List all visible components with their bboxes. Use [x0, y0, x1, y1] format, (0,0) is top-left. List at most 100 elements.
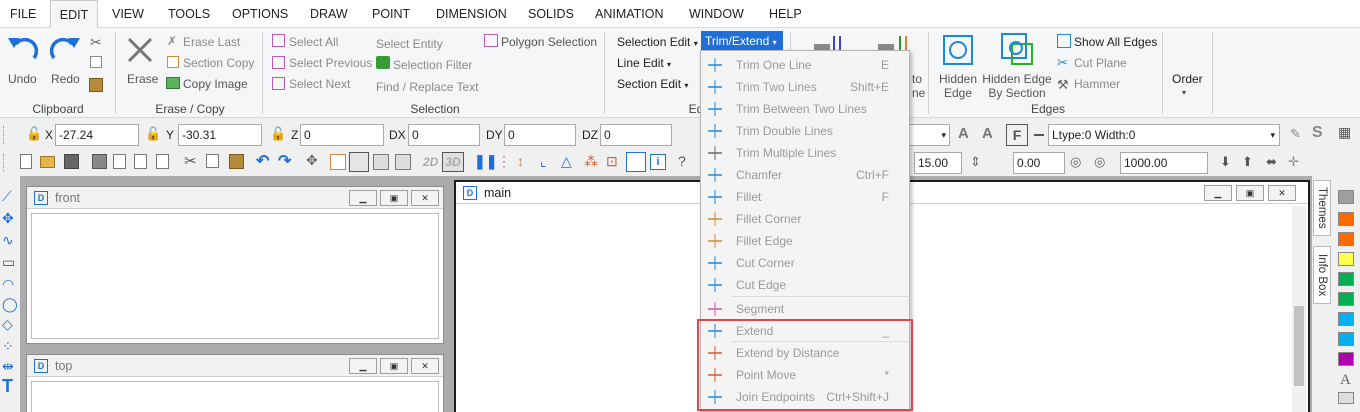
vertical-scrollbar[interactable] [1292, 206, 1306, 412]
value-input-2[interactable]: 0.00 [1013, 152, 1065, 174]
hidden-edge-button[interactable]: Hidden Edge [938, 72, 978, 100]
ltype-select[interactable]: Ltype:0 Width:0 ▾ [1048, 124, 1280, 146]
pan-icon[interactable]: ✥ [306, 152, 318, 169]
fit-icon[interactable]: ⊡ [606, 153, 618, 170]
menu-item-trim-two-lines[interactable]: Trim Two Lines Shift+E [701, 76, 909, 98]
palette-more-icon[interactable] [1338, 392, 1354, 404]
color-swatch[interactable] [1338, 272, 1354, 286]
paste-icon[interactable] [89, 78, 103, 92]
font-smaller-icon[interactable]: A [982, 125, 993, 142]
redo-button[interactable]: Redo [51, 72, 80, 86]
select-all-button[interactable]: Select All [289, 35, 338, 49]
scrollbar-thumb[interactable] [1294, 306, 1304, 386]
polygon-tool-icon[interactable]: ◇ [2, 316, 13, 333]
corner-icon[interactable]: ⌞ [540, 153, 547, 170]
hidden-edge-icon[interactable] [942, 34, 974, 66]
close-button[interactable]: ✕ [1268, 185, 1296, 201]
paste-icon[interactable] [229, 154, 244, 169]
angle-icon[interactable]: ⇕ [970, 154, 981, 170]
redo-icon[interactable]: ↷ [278, 151, 291, 171]
menu-solids[interactable]: SOLIDS [524, 0, 578, 28]
maximize-button[interactable]: ▣ [380, 358, 408, 374]
document-icon[interactable] [156, 154, 169, 169]
front-window[interactable]: D front ▁ ▣ ✕ [26, 186, 444, 344]
erase-button[interactable]: Erase [127, 72, 158, 86]
section-edit-dropdown[interactable]: Section Edit ▾ [617, 77, 688, 91]
view-paste-icon[interactable] [395, 154, 411, 170]
preview-icon[interactable] [134, 154, 147, 169]
menu-file[interactable]: FILE [6, 0, 40, 28]
minimize-button[interactable]: ▁ [1204, 185, 1232, 201]
x-input[interactable]: -27.24 [55, 124, 139, 146]
menu-item-chamfer[interactable]: Chamfer Ctrl+F [701, 164, 909, 186]
selection-edit-dropdown[interactable]: Selection Edit ▾ [617, 35, 698, 49]
selection-filter-button[interactable]: Selection Filter [393, 58, 472, 72]
rectangle-tool-icon[interactable]: ▭ [2, 254, 15, 271]
menu-item-cut-corner[interactable]: Cut Corner [701, 252, 909, 274]
y-input[interactable]: -30.31 [178, 124, 262, 146]
line-tool-icon[interactable]: ⟋ [2, 188, 12, 205]
cross-icon[interactable]: ✛ [1288, 154, 1299, 170]
color-swatch[interactable] [1338, 232, 1354, 246]
menu-item-trim-multiple-lines[interactable]: Trim Multiple Lines [701, 142, 909, 164]
circle-icon-2[interactable]: ◎ [1094, 154, 1105, 170]
print-preview-icon[interactable] [113, 154, 126, 169]
undo-icon[interactable] [6, 34, 40, 64]
select-next-button[interactable]: Select Next [289, 77, 350, 91]
order-dropdown[interactable]: Order [1172, 72, 1203, 86]
erase-icon[interactable] [126, 36, 154, 64]
menu-item-fillet-edge[interactable]: Fillet Edge [701, 230, 909, 252]
menu-help[interactable]: HELP [765, 0, 806, 28]
mode-2d-button[interactable]: 2D [423, 155, 438, 169]
mode-3d-button[interactable]: 3D [442, 152, 464, 172]
grid-snap-icon[interactable]: ⋮ [497, 153, 511, 170]
color-swatch[interactable] [1338, 292, 1354, 306]
view-toggle-icon[interactable] [349, 152, 369, 172]
menu-item-cut-edge[interactable]: Cut Edge [701, 274, 909, 296]
menu-point[interactable]: POINT [368, 0, 414, 28]
dimension-tool-icon[interactable]: ⇹ [2, 358, 14, 375]
select-entity-button[interactable]: Select Entity [376, 37, 443, 51]
lock-y-icon[interactable]: 🔓 [145, 126, 161, 142]
color-swatch[interactable] [1338, 332, 1354, 346]
show-all-edges-button[interactable]: Show All Edges [1074, 35, 1157, 49]
open-file-icon[interactable] [40, 156, 55, 168]
trim-extend-dropdown[interactable]: Trim/Extend ▾ [701, 31, 783, 51]
array-tool-icon[interactable]: ⁘ [2, 338, 14, 355]
help-cursor-icon[interactable]: ? [678, 153, 686, 169]
minimize-button[interactable]: ▁ [349, 190, 377, 206]
font-larger-icon[interactable]: A [958, 125, 969, 142]
circle-tool-icon[interactable]: ◯ [2, 296, 18, 313]
move-icon[interactable]: ⬌ [1266, 154, 1277, 170]
menu-animation[interactable]: ANIMATION [591, 0, 668, 28]
info-box-tab[interactable]: Info Box [1313, 246, 1331, 304]
undo-icon[interactable]: ↶ [256, 151, 269, 171]
info-icon[interactable]: i [650, 154, 666, 170]
cut-icon[interactable]: ✂ [90, 34, 102, 51]
menu-item-trim-one-line[interactable]: Trim One Line E [701, 54, 909, 76]
pause-icon[interactable]: ❚❚ [474, 153, 497, 170]
zoom-window-icon[interactable] [330, 154, 346, 170]
color-swatch[interactable] [1338, 212, 1354, 226]
dz-input[interactable]: 0 [600, 124, 672, 146]
menu-tools[interactable]: TOOLS [164, 0, 214, 28]
menu-draw[interactable]: DRAW [306, 0, 352, 28]
polygon-selection-button[interactable]: Polygon Selection [501, 35, 597, 49]
front-canvas[interactable] [31, 213, 439, 339]
move-tool-icon[interactable]: ✥ [2, 210, 14, 227]
value-input-1[interactable]: 15.00 [914, 152, 962, 174]
menu-options[interactable]: OPTIONS [228, 0, 292, 28]
save-icon[interactable] [64, 154, 79, 169]
color-swatch[interactable] [1338, 252, 1354, 266]
maximize-button[interactable]: ▣ [380, 190, 408, 206]
arrow-down-icon[interactable]: ⬇ [1220, 154, 1231, 170]
arrow-up-icon[interactable]: ⬆ [1242, 154, 1253, 170]
new-file-icon[interactable] [20, 154, 32, 169]
line-edit-dropdown[interactable]: Line Edit ▾ [617, 56, 671, 70]
lock-x-icon[interactable]: 🔓 [26, 126, 42, 142]
hidden-edge-by-section-button[interactable]: Hidden Edge By Section [982, 72, 1052, 100]
menu-item-trim-between-two-lines[interactable]: Trim Between Two Lines [701, 98, 909, 120]
color-swatch[interactable] [1338, 190, 1354, 204]
undo-button[interactable]: Undo [8, 72, 37, 86]
menu-item-fillet-corner[interactable]: Fillet Corner [701, 208, 909, 230]
